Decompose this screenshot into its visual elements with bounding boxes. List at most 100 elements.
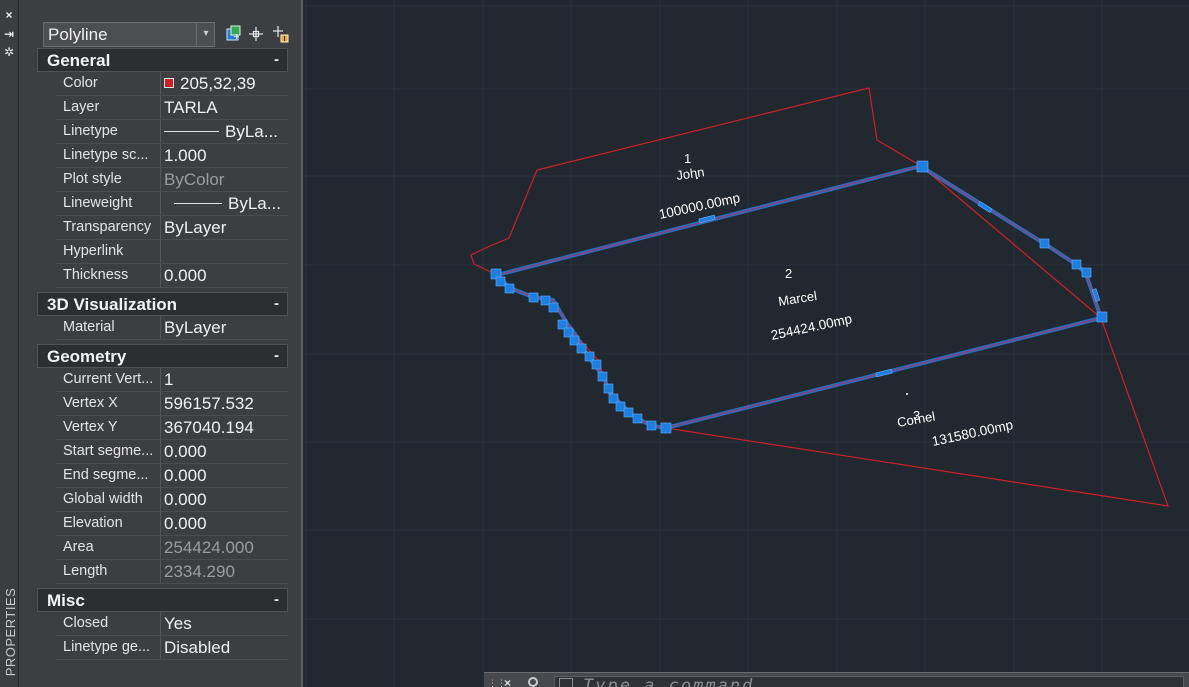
property-label: Transparency: [63, 219, 152, 235]
property-value: 2334.290: [164, 562, 235, 581]
property-row-current-vertex[interactable]: Current Vert... 1: [56, 368, 288, 392]
property-row-start-segment-width[interactable]: Start segme... 0.000: [56, 440, 288, 464]
property-row-linetype-generation[interactable]: Linetype ge... Disabled: [56, 636, 288, 660]
property-value[interactable]: 0.000: [164, 440, 286, 463]
property-row-elevation[interactable]: Elevation 0.000: [56, 512, 288, 536]
vertex-grip: [615, 401, 626, 412]
command-history-icon[interactable]: [559, 678, 573, 687]
section-3d-visualization[interactable]: 3D Visualization -: [37, 292, 288, 316]
property-value[interactable]: ByLayer: [164, 316, 286, 339]
property-value[interactable]: Disabled: [164, 636, 286, 659]
vertex-grip: [495, 276, 506, 287]
autocad-window: × ⇥ ✲ PROPERTIES Polyline ▾ + General -: [0, 0, 1189, 687]
vertex-grip: [646, 420, 657, 431]
property-label: Material: [63, 319, 115, 335]
property-value[interactable]: 367040.194: [164, 416, 286, 439]
parcel-owner: Marcel: [777, 288, 818, 309]
section-title: 3D Visualization: [47, 295, 178, 314]
auto-hide-icon[interactable]: ⇥: [2, 27, 16, 41]
property-value[interactable]: ByLa...: [164, 192, 286, 215]
command-input[interactable]: Type a command: [554, 676, 1184, 687]
property-row-vertex-x[interactable]: Vertex X 596157.532: [56, 392, 288, 416]
property-row-area[interactable]: Area 254424.000: [56, 536, 288, 560]
property-label: Plot style: [63, 171, 122, 187]
property-row-vertex-y[interactable]: Vertex Y 367040.194: [56, 416, 288, 440]
property-value[interactable]: 0.000: [164, 464, 286, 487]
outer-boundary-polyline[interactable]: [470, 87, 1169, 507]
collapse-icon[interactable]: -: [274, 293, 279, 314]
property-value[interactable]: 0.000: [164, 264, 286, 287]
parcel-area: 131580.00mp: [931, 417, 1015, 449]
vertex-grip: [563, 327, 574, 338]
property-row-lineweight[interactable]: Lineweight ByLa...: [56, 192, 288, 216]
property-label: Linetype sc...: [63, 147, 149, 163]
property-row-plot-style[interactable]: Plot style ByColor: [56, 168, 288, 192]
drawing-svg[interactable]: 1 John 100000.00mp 2 Marcel 254424.00mp …: [303, 0, 1189, 687]
property-value[interactable]: 0.000: [164, 512, 286, 535]
property-row-layer[interactable]: Layer TARLA: [56, 96, 288, 120]
section-misc[interactable]: Misc -: [37, 588, 288, 612]
property-value[interactable]: TARLA: [164, 96, 286, 119]
collapse-icon[interactable]: -: [274, 49, 279, 70]
property-label: Area: [63, 539, 94, 555]
property-row-hyperlink[interactable]: Hyperlink: [56, 240, 288, 264]
parcel-number: 2: [785, 266, 792, 281]
property-value: 254424.000: [164, 538, 254, 557]
collapse-icon[interactable]: -: [274, 345, 279, 366]
property-value[interactable]: 205,32,39: [164, 72, 286, 95]
property-label: Color: [63, 75, 98, 91]
property-row-length[interactable]: Length 2334.290: [56, 560, 288, 584]
palette-title-strip: × ⇥ ✲ PROPERTIES: [0, 0, 19, 687]
background-grid: [303, 0, 1189, 687]
vertex-grip: [597, 371, 608, 382]
color-swatch-icon: [164, 78, 174, 88]
section-title: General: [47, 51, 111, 70]
vertex-grip: [1071, 259, 1082, 270]
chevron-down-icon[interactable]: ▾: [196, 22, 215, 47]
vertex-grip: [1039, 238, 1050, 249]
wrench-icon[interactable]: [528, 677, 538, 687]
lineweight-preview-icon: [174, 203, 222, 204]
property-value[interactable]: ByLayer: [164, 216, 286, 239]
drag-handle-icon[interactable]: ⋮⋮: [488, 678, 506, 687]
close-icon[interactable]: ×: [504, 676, 511, 687]
property-value[interactable]: 596157.532: [164, 392, 286, 415]
property-label: Linetype ge...: [63, 639, 151, 655]
property-row-global-width[interactable]: Global width 0.000: [56, 488, 288, 512]
property-row-color[interactable]: Color 205,32,39: [56, 72, 288, 96]
property-row-material[interactable]: Material ByLayer: [56, 316, 288, 340]
property-row-linetype[interactable]: Linetype ByLa...: [56, 120, 288, 144]
linetype-value: ByLa...: [225, 122, 278, 141]
property-row-end-segment-width[interactable]: End segme... 0.000: [56, 464, 288, 488]
collapse-icon[interactable]: -: [274, 589, 279, 610]
property-label: Closed: [63, 615, 109, 631]
svg-text:+: +: [233, 32, 240, 41]
property-row-transparency[interactable]: Transparency ByLayer: [56, 216, 288, 240]
property-value[interactable]: 1.000: [164, 144, 286, 167]
property-label: End segme...: [63, 467, 149, 483]
property-row-closed[interactable]: Closed Yes: [56, 612, 288, 636]
property-value[interactable]: 1: [164, 368, 286, 391]
property-row-thickness[interactable]: Thickness 0.000: [56, 264, 288, 288]
close-palette-icon[interactable]: ×: [2, 8, 16, 22]
vertex-grip: [623, 407, 634, 418]
vertex-grip: [916, 160, 929, 173]
section-geometry[interactable]: Geometry -: [37, 344, 288, 368]
property-label: Vertex X: [63, 395, 118, 411]
vertex-grip: [557, 319, 568, 330]
section-general[interactable]: General -: [37, 48, 288, 72]
object-type-dropdown[interactable]: Polyline: [43, 22, 215, 47]
property-value[interactable]: Yes: [164, 612, 286, 635]
quick-select-icon[interactable]: [271, 24, 291, 44]
drawing-canvas[interactable]: 1 John 100000.00mp 2 Marcel 254424.00mp …: [303, 0, 1189, 687]
property-value[interactable]: [164, 240, 286, 263]
section-title: Misc: [47, 591, 85, 610]
property-value[interactable]: 0.000: [164, 488, 286, 511]
palette-settings-icon[interactable]: ✲: [2, 45, 16, 59]
parcel-labels: 1 John 100000.00mp 2 Marcel 254424.00mp …: [658, 151, 1015, 449]
toggle-pickadd-icon[interactable]: +: [223, 24, 243, 44]
property-row-linetype-scale[interactable]: Linetype sc... 1.000: [56, 144, 288, 168]
vertex-grip: [584, 351, 595, 362]
select-objects-icon[interactable]: [246, 24, 266, 44]
property-value[interactable]: ByLa...: [164, 120, 286, 143]
